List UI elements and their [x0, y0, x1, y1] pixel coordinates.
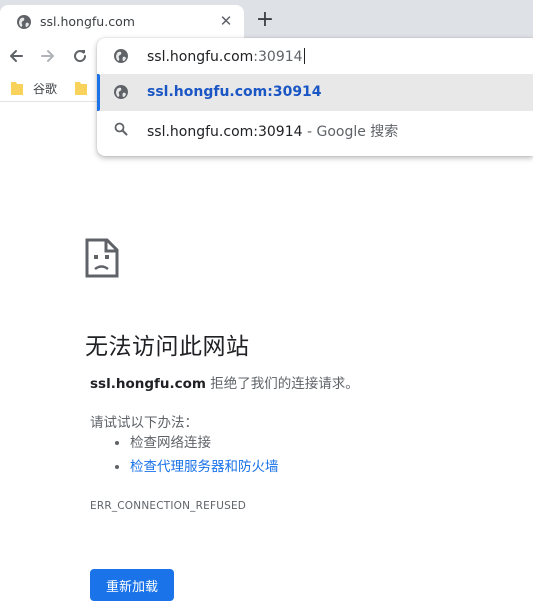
folder-icon: [11, 82, 23, 95]
omnibox-suggestion-search[interactable]: ssl.hongfu.com:30914 - Google 搜索: [97, 111, 533, 148]
bookmark-folder[interactable]: [75, 80, 97, 96]
suggestion-search-label: ssl.hongfu.com:30914 - Google 搜索: [147, 121, 398, 141]
list-item: 检查网络连接: [115, 434, 279, 458]
selection-indicator: [97, 74, 100, 111]
error-message-text: 拒绝了我们的连接请求。: [205, 376, 359, 392]
try-label: 请试试以下办法：: [90, 415, 198, 431]
suggestion-check-proxy-link[interactable]: 检查代理服务器和防火墙: [130, 459, 279, 475]
suggestion-description: Google 搜索: [316, 124, 399, 140]
bookmark-label: 谷歌: [33, 81, 58, 96]
tab-active[interactable]: ssl.hongfu.com ✕: [0, 5, 244, 38]
new-tab-button[interactable]: +: [254, 9, 276, 31]
bookmark-folder-guge[interactable]: 谷歌: [11, 80, 57, 96]
globe-icon: [114, 49, 128, 63]
globe-icon: [17, 14, 31, 29]
tab-strip: ssl.hongfu.com ✕ +: [0, 0, 533, 38]
folder-icon: [75, 82, 87, 95]
omnibox-text: ssl.hongfu.com:30914: [147, 48, 305, 65]
arrow-left-icon: [10, 50, 23, 62]
forward-button[interactable]: [38, 46, 58, 66]
suggestion-check-network: 检查网络连接: [130, 435, 211, 451]
suggestion-list: 检查网络连接 检查代理服务器和防火墙: [115, 434, 279, 482]
omnibox-suggestion-url[interactable]: ssl.hongfu.com:30914: [97, 74, 533, 111]
omnibox-input[interactable]: ssl.hongfu.com:30914: [97, 38, 533, 74]
tab-close-icon[interactable]: ✕: [218, 14, 234, 30]
arrow-right-icon: [41, 50, 54, 62]
text-caret: [303, 48, 305, 64]
error-heading: 无法访问此网站: [85, 334, 250, 360]
reload-button[interactable]: 重新加载: [90, 569, 174, 601]
error-host: ssl.hongfu.com: [90, 376, 206, 392]
suggestion-search-text: ssl.hongfu.com:30914: [147, 124, 303, 140]
omnibox-host: ssl.hongfu.com: [147, 49, 254, 65]
reload-toolbar-button[interactable]: [70, 46, 90, 66]
omnibox-port: :30914: [253, 49, 303, 65]
back-button[interactable]: [6, 46, 26, 66]
error-code: ERR_CONNECTION_REFUSED: [90, 500, 247, 512]
suggestion-url-text: ssl.hongfu.com:30914: [147, 84, 322, 100]
error-message: ssl.hongfu.com 拒绝了我们的连接请求。: [90, 372, 359, 392]
omnibox-dropdown: ssl.hongfu.com:30914 ssl.hongfu.com:3091…: [97, 38, 533, 156]
sad-page-icon: [85, 238, 119, 278]
globe-icon: [114, 85, 128, 99]
tab-title: ssl.hongfu.com: [40, 14, 135, 29]
suggestion-separator: -: [302, 124, 317, 140]
search-icon: [114, 122, 128, 136]
refresh-icon: [74, 50, 87, 63]
list-item: 检查代理服务器和防火墙: [115, 458, 279, 482]
